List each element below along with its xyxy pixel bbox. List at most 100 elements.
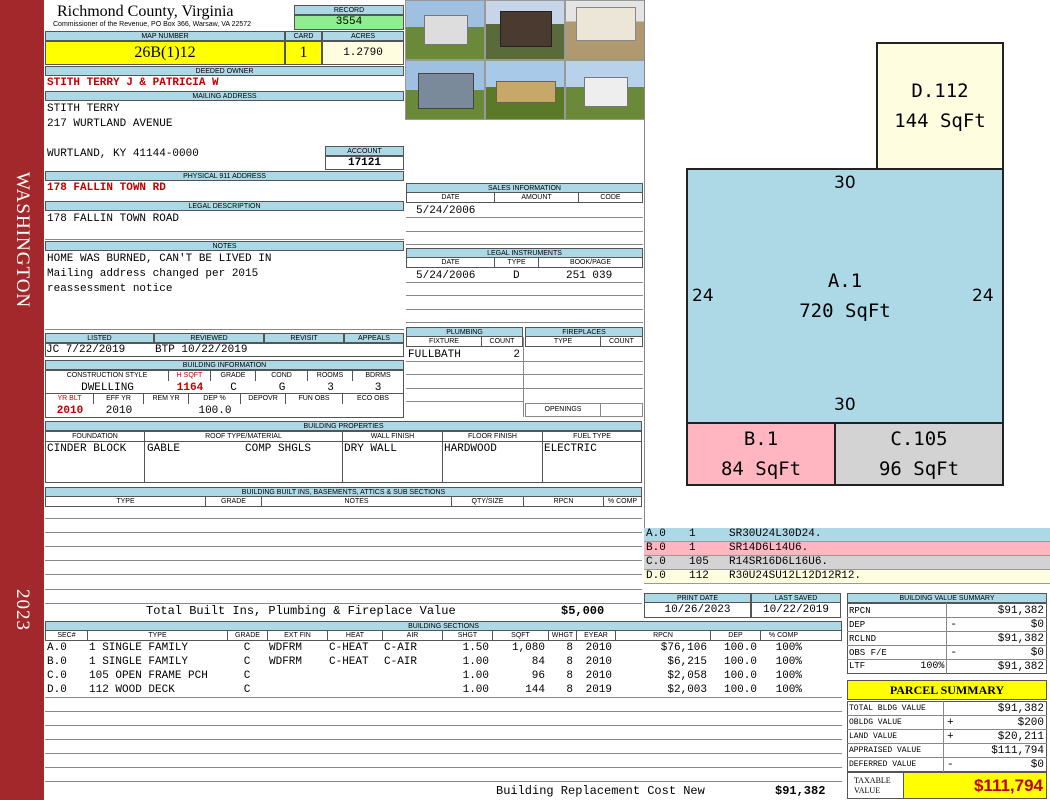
dim-bottom: 30 (834, 395, 856, 415)
bi2-h-comp: % COMP (607, 498, 638, 505)
record-value: 3554 (294, 15, 404, 30)
sketch-d-area: 144 SqFt (894, 110, 986, 132)
property-photo-2[interactable] (485, 0, 565, 60)
sections-header-cell: GRADE (228, 631, 268, 640)
prop-roof-material: COMP SHGLS (245, 443, 312, 455)
bi-h-depovr: DEPOVR (241, 394, 286, 404)
legend-sec: D.0 (646, 570, 666, 582)
sales-label: SALES INFORMATION (406, 183, 643, 193)
prop-foundation: CINDER BLOCK (46, 442, 145, 482)
property-photo-3[interactable] (565, 0, 645, 60)
sales-date: 5/24/2006 (416, 205, 476, 217)
county-header: Richmond County, Virginia Commissioner o… (45, 3, 293, 31)
vs-lt: $91,382 (946, 659, 1047, 674)
section-cell-eyear: 2010 (585, 642, 612, 654)
sections-header-cell: SEC# (46, 631, 88, 640)
vs-rpcn-label: RPCN (849, 605, 871, 616)
acres-label: ACRES (322, 31, 404, 41)
bi-h-yrblt: YR BLT (46, 394, 94, 404)
county-name: WASHINGTON (12, 171, 33, 309)
last-saved-label: LAST SAVED (751, 593, 841, 603)
mailing-line2: 217 WURTLAND AVENUE (47, 118, 173, 130)
sketch-a-label: A.1 (827, 270, 863, 292)
section-cell-ext: WDFRM (269, 656, 303, 668)
section-row[interactable]: B.0 1 SINGLE FAMILY C WDFRM C-HEAT C-AIR 1.00 8… (45, 655, 842, 669)
bi-ecoobs (343, 404, 403, 417)
vs-dep-sign: - (950, 618, 958, 631)
property-photo-6[interactable] (565, 60, 645, 120)
section-cell-grade: C (243, 684, 251, 696)
section-cell-grade: C (243, 670, 251, 682)
section-cell-grade: C (243, 656, 251, 668)
section-cell-eyear: 2010 (585, 656, 612, 668)
legend-row[interactable]: B.0 1 SR14D6L14U6. (644, 542, 1050, 556)
value-summary-table: RPCN $91,382 DEP - $0 RCLND $91,382 OBS F/E -… (847, 603, 1047, 674)
sections-header-cell: HEAT (328, 631, 383, 640)
sketch-section-d[interactable]: D.112 144 SqFt (876, 42, 1004, 170)
physical-address-value: 178 FALLIN TOWN RD (47, 182, 166, 194)
section-cell-rpcn: $6,215 (667, 656, 707, 668)
legend-row[interactable]: C.0 105 R14SR16D6L16U6. (644, 556, 1050, 570)
sections-header-cell: DEP (711, 631, 761, 640)
fire-openings-label: OPENINGS (526, 404, 601, 416)
taxable-label-1: TAXABLE (854, 776, 891, 785)
section-cell-sec: C.0 (47, 670, 67, 682)
property-photo-4[interactable] (405, 60, 485, 120)
section-cell-whgt: 8 (566, 684, 573, 696)
property-photo-5[interactable] (485, 60, 565, 120)
section-cell-shgt: 1.00 (462, 670, 489, 682)
plumb-h-fixture: FIXTURE (407, 337, 482, 346)
bi-h-cond: COND (256, 371, 308, 381)
fire-h-count: COUNT (609, 338, 634, 345)
section-cell-heat: C-HEAT (329, 642, 369, 654)
vs-obs-label: OBS F/E (849, 647, 887, 658)
legend-sec: B.0 (646, 542, 666, 554)
sections-header-cell: TYPE (88, 631, 228, 640)
section-cell-heat (327, 683, 382, 697)
section-row[interactable]: C.0 105 OPEN FRAME PCH C 1.00 96 8 2010 $2,058 1… (45, 669, 842, 683)
property-photo-1[interactable] (405, 0, 485, 60)
taxable-value: $111,794 (904, 773, 1046, 798)
sketch-c-label: C.105 (890, 428, 948, 450)
prop-wall: DRY WALL (343, 442, 443, 482)
ps-bldg: $91,382 (943, 701, 1047, 716)
section-cell-heat (327, 669, 382, 683)
ps-land-sign: + (947, 730, 954, 743)
section-cell-heat: C-HEAT (329, 656, 369, 668)
sections-header-cell: RPCN (616, 631, 711, 640)
sketch-b-label: B.1 (743, 428, 779, 450)
last-saved-value: 10/22/2019 (751, 603, 841, 618)
ps-obldg: $200 (1017, 716, 1044, 729)
prop-floor: HARDWOOD (443, 442, 543, 482)
legal-description-label: LEGAL DESCRIPTION (45, 201, 404, 211)
legend-code: R14SR16D6L16U6. (729, 556, 829, 568)
section-row[interactable]: A.0 1 SINGLE FAMILY C WDFRM C-HEAT C-AIR 1.50 1… (45, 641, 842, 655)
sales-h-amount: AMOUNT (495, 193, 579, 202)
account-value: 17121 (325, 156, 404, 170)
legend-row[interactable]: A.0 1 SR30U24L30D24. (644, 528, 1050, 542)
sections-header-cell: EXT FIN (268, 631, 328, 640)
legend-row[interactable]: D.0 112 R30U24SU12L12D12R12. (644, 570, 1050, 584)
sketch-section-b[interactable]: B.1 84 SqFt (686, 422, 836, 486)
legend-code: SR30U24L30D24. (729, 528, 822, 540)
sketch-b-area: 84 SqFt (720, 458, 802, 480)
notes-line1: HOME WAS BURNED, CAN'T BE LIVED IN (47, 253, 272, 265)
bi-cond: G (278, 382, 286, 393)
section-cell-grade: C (243, 642, 251, 654)
section-cell-air: C-AIR (384, 656, 418, 668)
sketch-section-c[interactable]: C.105 96 SqFt (834, 422, 1004, 486)
section-cell-type: 105 OPEN FRAME PCH (89, 670, 208, 682)
bi-h-funobs: FUN OBS (286, 394, 343, 404)
parcel-summary-label: PARCEL SUMMARY (847, 680, 1047, 700)
county-sidebar: WASHINGTON 2023 (0, 0, 44, 800)
value-summary-label: BUILDING VALUE SUMMARY (847, 593, 1047, 603)
legal-description-value: 178 FALLIN TOWN ROAD (47, 213, 180, 225)
bi-h-rooms: ROOMS (308, 371, 353, 381)
prop-h-floor: FLOOR FINISH (443, 432, 543, 441)
sales-h-date: DATE (407, 193, 495, 202)
section-cell-rpcn: $76,106 (660, 642, 707, 654)
sections-header-cell: EYEAR (577, 631, 616, 640)
sketch-section-a[interactable]: A.1 720 SqFt (686, 168, 1004, 424)
section-row[interactable]: D.0 112 WOOD DECK C 1.00 144 8 2019 $2,003 100.0… (45, 683, 842, 697)
tax-year: 2023 (12, 589, 33, 631)
